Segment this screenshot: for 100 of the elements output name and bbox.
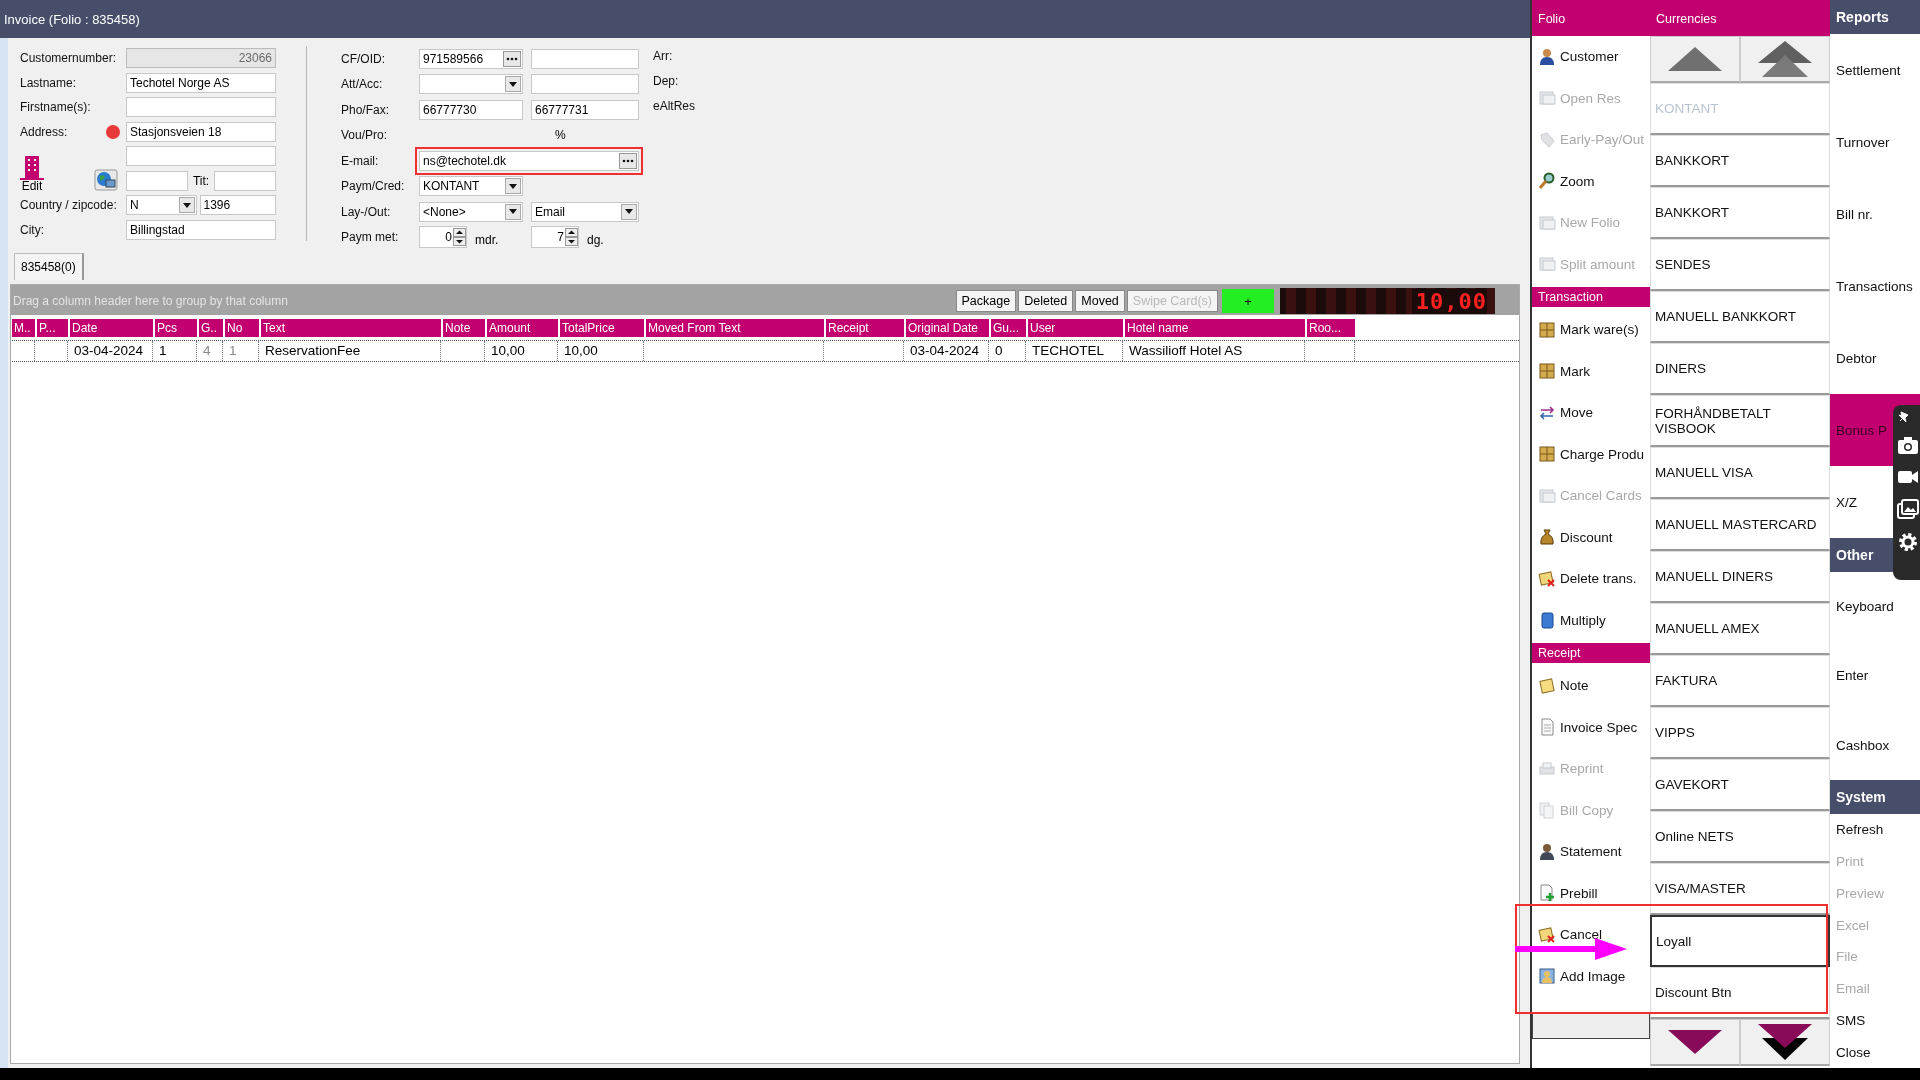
caret-icon	[508, 208, 518, 216]
dropdown[interactable]: KONTANT	[419, 176, 523, 197]
payment-button[interactable]: DINERS	[1650, 343, 1830, 395]
payment-button[interactable]: MANUELL BANKKORT	[1650, 291, 1830, 343]
more-button[interactable]	[619, 152, 637, 169]
column-header[interactable]: M..	[12, 319, 35, 337]
payment-button[interactable]: Loyall	[1650, 915, 1830, 967]
column-header[interactable]: TotalPrice	[560, 319, 644, 337]
column-header[interactable]: Date	[70, 319, 153, 337]
column-header[interactable]: P...	[37, 319, 68, 337]
document-icon	[1538, 89, 1556, 108]
field-label: Lastname:	[20, 75, 77, 90]
dropdown[interactable]: Email	[531, 201, 639, 222]
triangle-down-icon	[1668, 1030, 1722, 1054]
document-icon	[1538, 255, 1556, 274]
text-field[interactable]	[126, 146, 276, 167]
dropdown[interactable]	[419, 74, 523, 95]
text-field[interactable]: ns@techotel.dk	[419, 150, 639, 171]
payment-button[interactable]: GAVEKORT	[1650, 759, 1830, 811]
payment-button[interactable]: MANUELL VISA	[1650, 447, 1830, 499]
delete-note-icon	[1538, 925, 1556, 944]
payment-button[interactable]: FAKTURA	[1650, 655, 1830, 707]
copy-icon	[1538, 801, 1556, 820]
text-field[interactable]: 66777731	[531, 99, 639, 120]
filter-button[interactable]: Deleted	[1018, 290, 1074, 312]
field-label: CF/OID:	[341, 51, 385, 66]
spinner-icon	[565, 228, 578, 247]
settings-icon	[1897, 531, 1919, 553]
column-header[interactable]: Amount	[487, 319, 558, 337]
column-header[interactable]: Hotel name	[1125, 319, 1305, 337]
add-button[interactable]: +	[1222, 289, 1274, 313]
page-plus-icon	[1538, 884, 1556, 903]
panel-header: Folio	[1532, 0, 1650, 36]
column-header[interactable]: Receipt	[826, 319, 904, 337]
text-field[interactable]	[531, 74, 639, 95]
portrait-icon	[1538, 967, 1556, 986]
spinner-icon	[453, 228, 466, 247]
number-field[interactable]: 0	[419, 226, 467, 249]
payment-button[interactable]: MANUELL MASTERCARD	[1650, 499, 1830, 551]
table-cell: 1	[155, 341, 197, 361]
table-cell: 03-04-2024	[70, 341, 153, 361]
payment-button[interactable]: MANUELL DINERS	[1650, 551, 1830, 603]
field-label: Paym/Cred:	[341, 179, 405, 194]
text-field[interactable]: Techotel Norge AS	[126, 72, 276, 93]
building-icon	[20, 153, 44, 180]
field-label: Address:	[20, 124, 68, 139]
field-label: Arr:	[653, 49, 674, 63]
text-field[interactable]: Billingstad	[126, 219, 276, 240]
dropdown[interactable]: N	[126, 195, 197, 216]
more-button[interactable]	[503, 50, 521, 67]
payment-button[interactable]: MANUELL AMEX	[1650, 603, 1830, 655]
column-header[interactable]: Gu...	[991, 319, 1026, 337]
tab[interactable]: 835458(0)	[14, 253, 84, 280]
edit-button[interactable]: Edit	[20, 153, 44, 193]
field-label: Firstname(s):	[20, 100, 91, 115]
text-field[interactable]: Stasjonsveien 18	[126, 121, 276, 142]
text-field[interactable]: 66777730	[419, 99, 523, 120]
text-field[interactable]	[126, 97, 276, 118]
payment-button[interactable]: FORHÅNDBETALT VISBOOK	[1650, 395, 1830, 447]
text-field[interactable]: 971589566	[419, 48, 523, 69]
column-header[interactable]: Roo...	[1307, 319, 1355, 337]
scroll-up-button[interactable]	[1650, 36, 1740, 83]
column-header[interactable]: Text	[261, 319, 441, 337]
scroll-down-button[interactable]	[1650, 1019, 1740, 1066]
text-field[interactable]: 1396	[199, 195, 276, 216]
column-header[interactable]: User	[1028, 319, 1123, 337]
number-field[interactable]: 7	[531, 226, 579, 249]
caret-icon	[508, 80, 518, 88]
field-label: City:	[20, 222, 44, 237]
payment-button[interactable]: VIPPS	[1650, 707, 1830, 759]
caret-icon	[508, 182, 518, 190]
payment-button[interactable]: BANKKORT	[1650, 187, 1830, 239]
table-cell: 10,00	[487, 341, 558, 361]
field-label: Lay-/Out:	[341, 204, 391, 219]
payment-button[interactable]: SENDES	[1650, 239, 1830, 291]
blank-button[interactable]	[1532, 1013, 1650, 1039]
search-icon	[1538, 172, 1556, 191]
text-field[interactable]	[126, 170, 188, 191]
field-label: eAltRes	[653, 99, 696, 113]
column-header[interactable]: Pcs	[155, 319, 197, 337]
text-field[interactable]	[214, 170, 276, 191]
filter-button[interactable]: Package	[955, 290, 1017, 312]
total-display: 10,00	[1280, 288, 1495, 314]
text-field[interactable]	[531, 48, 639, 69]
payment-button[interactable]: Discount Btn	[1650, 967, 1830, 1019]
page-up-button[interactable]	[1740, 36, 1830, 83]
column-header[interactable]: No	[225, 319, 259, 337]
column-header[interactable]: G..	[199, 319, 223, 337]
dropdown[interactable]: <None>	[419, 201, 523, 222]
column-header[interactable]: Moved From Text	[646, 319, 824, 337]
filter-button[interactable]: Moved	[1075, 290, 1125, 312]
field-label: Att/Acc:	[341, 77, 383, 92]
payment-button[interactable]: BANKKORT	[1650, 135, 1830, 187]
column-header[interactable]: Original Date	[906, 319, 989, 337]
panel-header: Currencies	[1650, 0, 1830, 36]
box-icon	[1538, 362, 1556, 381]
payment-button[interactable]: VISA/MASTER	[1650, 863, 1830, 915]
page-down-button[interactable]	[1740, 1019, 1830, 1066]
payment-button[interactable]: Online NETS	[1650, 811, 1830, 863]
column-header[interactable]: Note	[443, 319, 485, 337]
